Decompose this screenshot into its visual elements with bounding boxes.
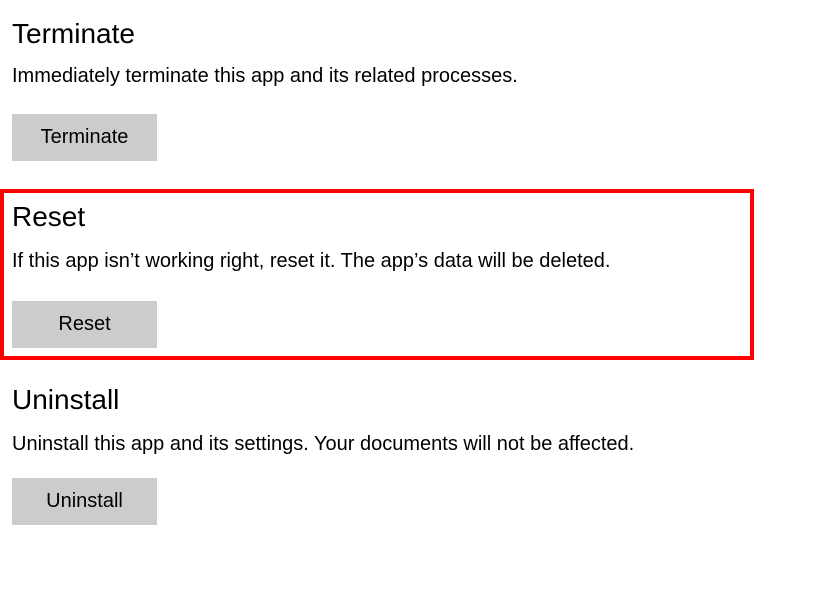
terminate-section: Terminate Immediately terminate this app… xyxy=(0,0,818,163)
uninstall-heading: Uninstall xyxy=(12,384,818,416)
reset-description: If this app isn’t working right, reset i… xyxy=(12,247,742,275)
uninstall-description: Uninstall this app and its settings. You… xyxy=(12,430,818,458)
uninstall-section: Uninstall Uninstall this app and its set… xyxy=(0,360,818,525)
terminate-button[interactable]: Terminate xyxy=(12,114,157,161)
terminate-description: Immediately terminate this app and its r… xyxy=(12,62,818,90)
reset-highlight-box: Reset If this app isn’t working right, r… xyxy=(0,189,754,360)
uninstall-button[interactable]: Uninstall xyxy=(12,478,157,525)
reset-heading: Reset xyxy=(12,201,742,233)
terminate-heading: Terminate xyxy=(12,18,818,50)
reset-button[interactable]: Reset xyxy=(12,301,157,348)
